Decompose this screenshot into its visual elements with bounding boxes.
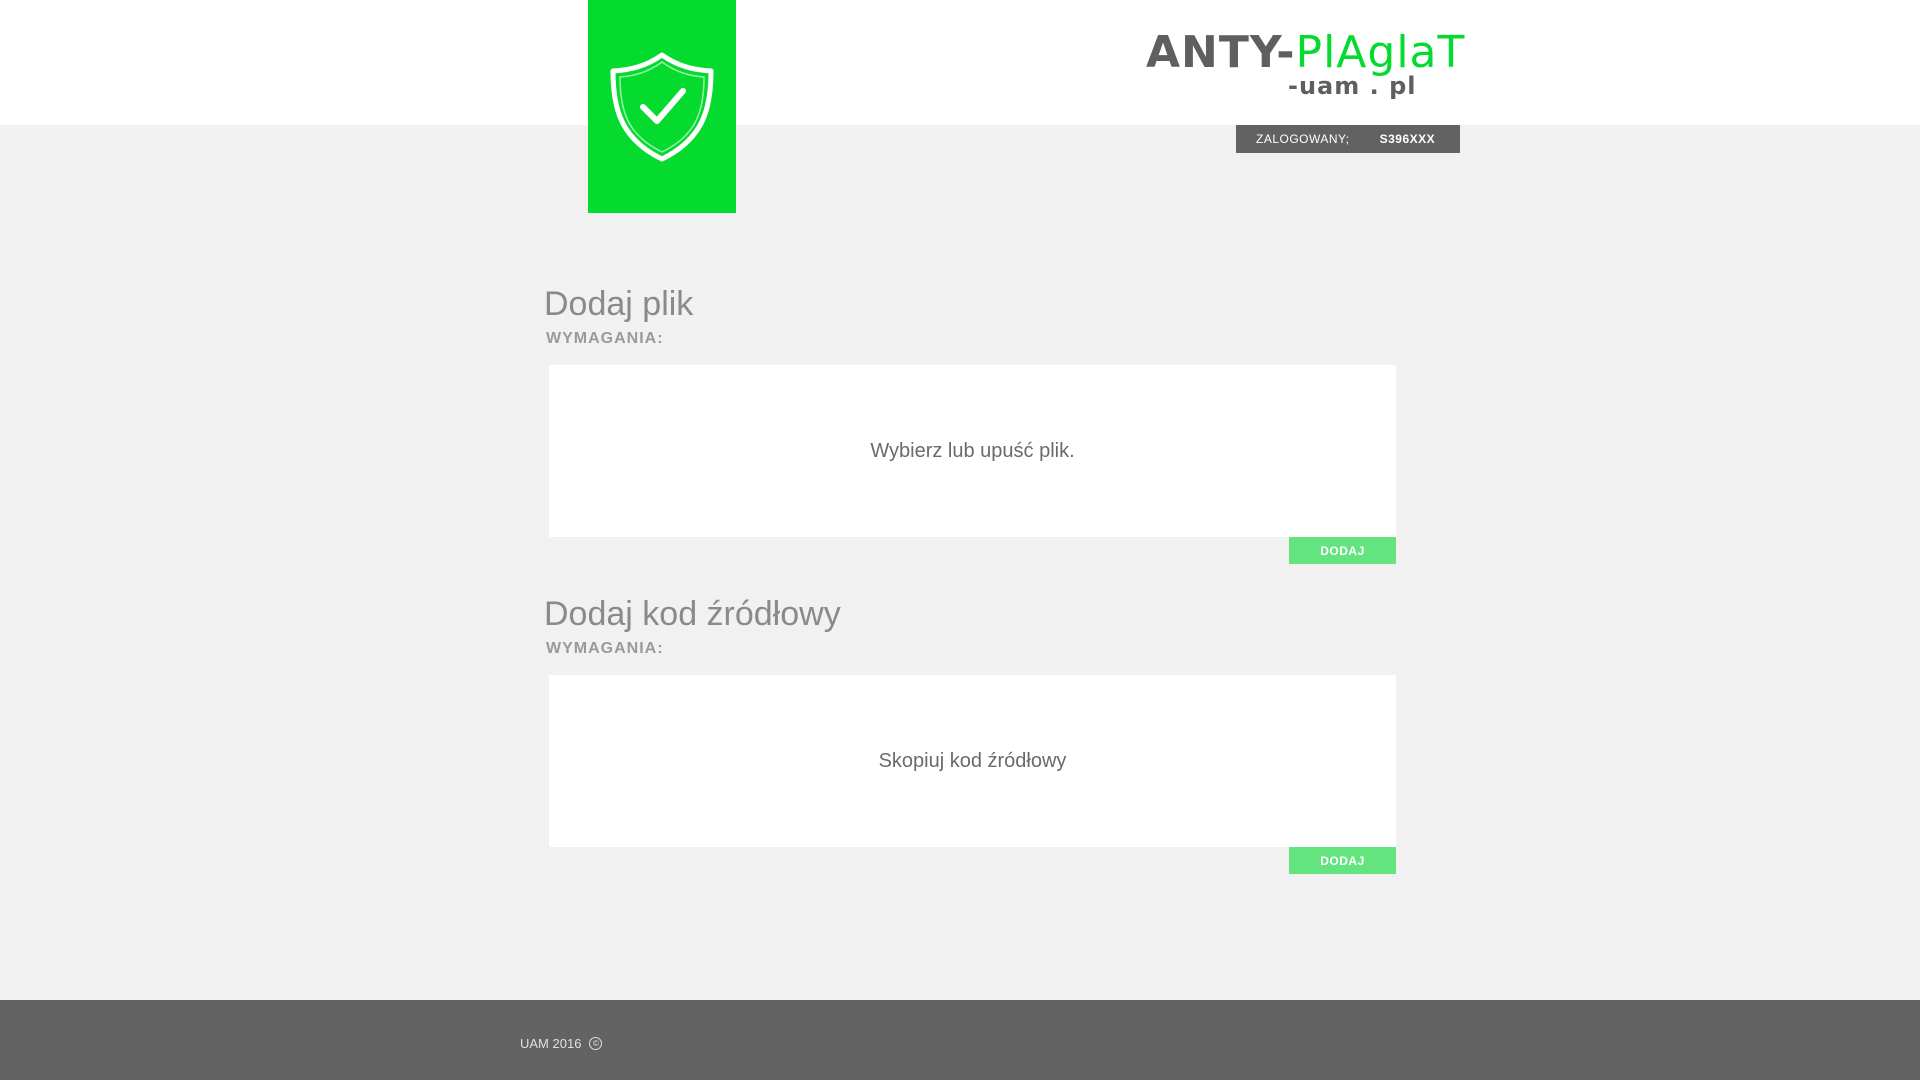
section-requirements-add-file: WYMAGANIA: bbox=[546, 330, 664, 347]
login-label: ZALOGOWANY; bbox=[1256, 132, 1350, 146]
section-title-add-file: Dodaj plik bbox=[544, 285, 694, 323]
copyright-icon: © bbox=[589, 1037, 603, 1050]
logo[interactable] bbox=[588, 0, 736, 213]
header: ANTY-PlAglaT -uam . pl bbox=[0, 0, 1920, 213]
shield-check-icon bbox=[610, 52, 714, 161]
login-status-badge: ZALOGOWANY; S396XXX bbox=[1236, 125, 1460, 153]
source-code-input[interactable]: Skopiuj kod źródłowy bbox=[549, 675, 1396, 847]
add-source-button[interactable]: DODAJ bbox=[1289, 847, 1396, 874]
file-drop-text: Wybierz lub upuść plik. bbox=[870, 439, 1075, 462]
brand-title-part1: ANTY- bbox=[1146, 27, 1296, 78]
footer-copyright: UAM 2016 © bbox=[520, 1036, 603, 1051]
brand-logo: ANTY-PlAglaT -uam . pl bbox=[1146, 26, 1464, 106]
section-title-add-source: Dodaj kod źródłowy bbox=[544, 595, 841, 633]
section-requirements-add-source: WYMAGANIA: bbox=[546, 640, 664, 657]
login-username: S396XXX bbox=[1379, 132, 1436, 146]
footer: UAM 2016 © bbox=[0, 1000, 1920, 1080]
brand-title-part2: PlAglaT bbox=[1295, 27, 1466, 78]
source-code-placeholder: Skopiuj kod źródłowy bbox=[878, 749, 1067, 772]
brand-domain: -uam . pl bbox=[1288, 72, 1417, 100]
footer-text: UAM 2016 bbox=[520, 1036, 582, 1051]
file-drop-zone[interactable]: Wybierz lub upuść plik. bbox=[549, 365, 1396, 537]
add-file-button[interactable]: DODAJ bbox=[1289, 537, 1396, 564]
